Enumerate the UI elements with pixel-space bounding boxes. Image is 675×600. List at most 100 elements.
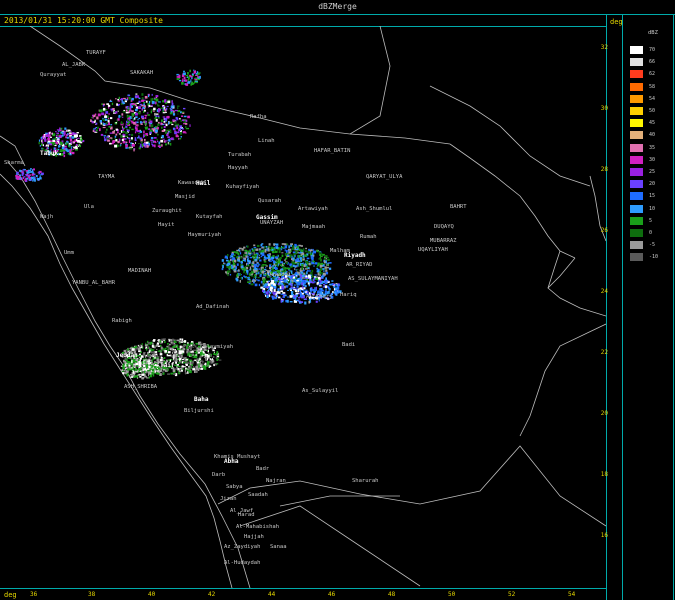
echo-pixel xyxy=(156,109,158,112)
echo-pixel xyxy=(294,301,297,303)
echo-pixel xyxy=(197,363,201,365)
echo-pixel xyxy=(147,360,151,362)
echo-pixel xyxy=(141,377,144,380)
echo-pixel xyxy=(121,113,124,116)
echo-pixel xyxy=(112,131,115,134)
echo-pixel xyxy=(254,283,258,287)
echo-pixel xyxy=(294,268,296,271)
legend-swatch xyxy=(630,94,643,103)
echo-pixel xyxy=(72,148,75,150)
echo-pixel xyxy=(147,106,150,108)
place-label: MADINAH xyxy=(128,268,152,274)
echo-pixel xyxy=(139,103,142,106)
echo-pixel xyxy=(265,269,268,271)
echo-pixel xyxy=(162,138,165,140)
echo-pixel xyxy=(69,138,73,142)
echo-pixel xyxy=(167,373,170,375)
echo-pixel xyxy=(133,148,135,152)
echo-pixel xyxy=(193,69,195,71)
echo-pixel xyxy=(67,149,70,151)
echo-pixel xyxy=(60,131,63,134)
echo-pixel xyxy=(295,271,298,275)
echo-pixel xyxy=(95,122,98,125)
echo-pixel xyxy=(303,290,306,294)
echo-pixel xyxy=(296,259,299,261)
echo-pixel xyxy=(284,245,288,249)
place-label: DUQAYQ xyxy=(434,224,454,230)
echo-pixel xyxy=(105,131,107,134)
echo-pixel xyxy=(131,360,133,364)
echo-pixel xyxy=(265,265,268,267)
echo-pixel xyxy=(269,292,272,294)
echo-pixel xyxy=(174,354,178,358)
echo-pixel xyxy=(63,150,66,152)
echo-pixel xyxy=(108,126,111,128)
echo-pixel xyxy=(103,135,107,137)
echo-pixel xyxy=(117,104,120,107)
place-label: Jizan xyxy=(220,496,237,502)
echo-pixel xyxy=(170,137,174,141)
echo-pixel xyxy=(303,298,305,300)
echo-pixel xyxy=(125,141,128,143)
echo-pixel xyxy=(69,153,72,156)
place-label: Dawadmi xyxy=(268,272,292,278)
echo-pixel xyxy=(102,103,106,105)
echo-pixel xyxy=(185,122,188,125)
echo-pixel xyxy=(110,117,113,120)
echo-pixel xyxy=(47,144,49,147)
echo-pixel xyxy=(235,277,238,281)
echo-pixel xyxy=(126,373,129,377)
echo-pixel xyxy=(39,175,41,179)
echo-pixel xyxy=(139,359,141,362)
echo-pixel xyxy=(49,136,52,138)
place-label: Al_Kharj xyxy=(306,294,333,300)
place-label: Sharma xyxy=(4,160,24,166)
echo-pixel xyxy=(156,348,158,350)
echo-pixel xyxy=(117,118,120,121)
echo-pixel xyxy=(168,121,170,125)
echo-pixel xyxy=(255,260,257,262)
echo-pixel xyxy=(138,111,141,115)
legend-entry: 5 xyxy=(630,216,670,225)
echo-pixel xyxy=(316,270,320,273)
echo-pixel xyxy=(151,359,154,362)
echo-pixel xyxy=(176,339,180,342)
echo-pixel xyxy=(244,249,247,252)
echo-pixel xyxy=(175,117,178,120)
echo-pixel xyxy=(150,124,154,128)
legend-entry: 25 xyxy=(630,168,670,176)
echo-pixel xyxy=(241,265,244,269)
echo-pixel xyxy=(180,341,184,343)
echo-pixel xyxy=(75,144,78,146)
echo-pixel xyxy=(183,107,186,110)
longitude-tick-label: 48 xyxy=(388,591,396,598)
echo-pixel xyxy=(194,70,196,74)
echo-pixel xyxy=(254,267,258,271)
echo-pixel xyxy=(103,136,106,139)
echo-pixel xyxy=(156,364,159,367)
legend-swatch xyxy=(630,70,643,79)
echo-pixel xyxy=(325,271,329,275)
echo-pixel xyxy=(198,358,201,360)
legend-label: 50 xyxy=(649,108,656,114)
legend-swatch xyxy=(630,204,643,213)
echo-pixel xyxy=(254,266,256,268)
echo-pixel xyxy=(131,97,134,101)
echo-pixel xyxy=(307,251,311,254)
longitude-tick-label: 50 xyxy=(448,591,456,598)
echo-pixel xyxy=(183,76,186,80)
echo-pixel xyxy=(72,132,74,136)
echo-pixel xyxy=(144,110,146,112)
echo-pixel xyxy=(198,361,200,363)
echo-pixel xyxy=(140,143,142,147)
echo-pixel xyxy=(305,277,309,279)
radar-map[interactable]: TURAYF AL_JABK Qurayyat SAKAKAH Tabuk Sharma T… xyxy=(0,26,606,588)
echo-pixel xyxy=(236,274,239,277)
echo-pixel xyxy=(129,106,132,109)
echo-pixel xyxy=(218,359,222,361)
echo-pixel xyxy=(205,354,208,356)
echo-pixel xyxy=(185,371,187,375)
echo-pixel xyxy=(179,355,182,358)
echo-pixel xyxy=(275,267,278,270)
echo-pixel xyxy=(134,361,137,363)
